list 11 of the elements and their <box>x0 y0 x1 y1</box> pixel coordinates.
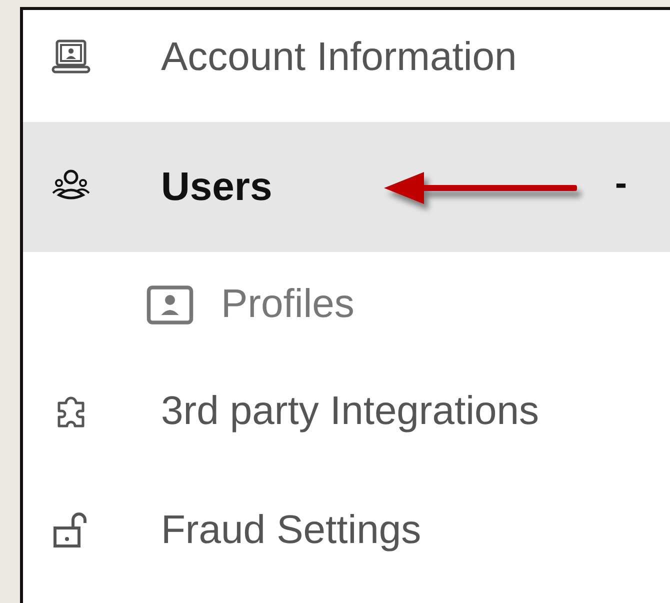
menu-label: Account Information <box>161 34 517 80</box>
menu-label: Users <box>161 164 272 210</box>
menu-item[interactable]: 3rd party Integrations <box>23 357 670 465</box>
collapse-toggle[interactable]: - <box>615 162 627 204</box>
menu-item[interactable]: Account Information <box>23 10 670 122</box>
submenu-item[interactable]: Profiles <box>23 252 670 357</box>
menu-label: Fraud Settings <box>161 508 422 552</box>
selected-menu-item[interactable]: Users - <box>23 122 670 252</box>
menu-item[interactable]: Fraud Settings <box>23 465 670 603</box>
menu-label: 3rd party Integrations <box>161 388 539 434</box>
menu-label: Profiles <box>221 282 354 327</box>
